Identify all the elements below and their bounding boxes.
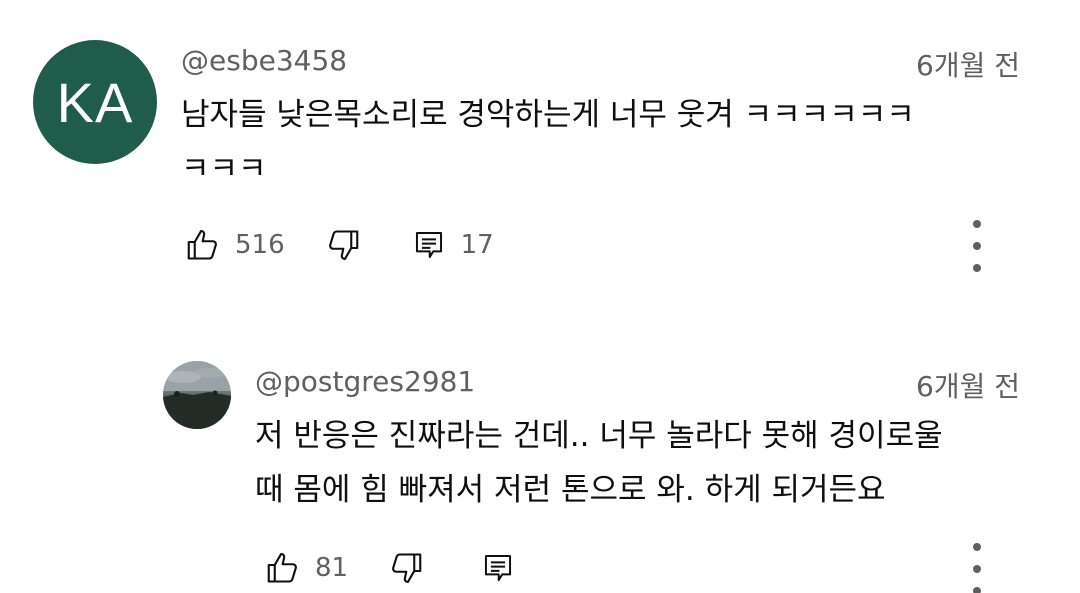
more-dot — [973, 543, 981, 551]
comment-author[interactable]: @postgres2981 — [255, 365, 475, 398]
thumbs-down-icon[interactable] — [386, 548, 426, 588]
avatar[interactable] — [163, 361, 231, 429]
more-dot — [973, 242, 981, 250]
comment-text-line: 저 반응은 진짜라는 건데.. 너무 놀라다 못해 경이로울 — [255, 418, 943, 454]
avatar-photo-landscape — [163, 361, 231, 429]
thumbs-up-icon[interactable] — [263, 548, 303, 588]
like-count: 81 — [315, 553, 349, 583]
comment-actions: 516 17 — [183, 225, 494, 265]
reply-icon[interactable] — [409, 225, 449, 265]
comment-author[interactable]: @esbe3458 — [181, 44, 347, 77]
more-dot — [973, 587, 981, 593]
comment-text-line: ㅋㅋㅋ — [181, 151, 267, 187]
comment-thread: KA @esbe3458 6개월 전 남자들 낮은목소리로 경악하는게 너무 웃… — [0, 0, 1080, 593]
more-dot — [973, 264, 981, 272]
thumbs-up-icon[interactable] — [183, 225, 223, 265]
comment-actions: 81 — [263, 548, 518, 588]
comment-text: 남자들 낮은목소리로 경악하는게 너무 웃겨 ㅋㅋㅋㅋㅋㅋ ㅋㅋㅋ — [181, 88, 1031, 196]
avatar[interactable]: KA — [33, 40, 157, 164]
comment-text: 저 반응은 진짜라는 건데.. 너무 놀라다 못해 경이로울 때 몸에 힘 빠져… — [255, 409, 1045, 517]
comment-text-line: 남자들 낮은목소리로 경악하는게 너무 웃겨 ㅋㅋㅋㅋㅋㅋ — [181, 97, 915, 133]
like-count: 516 — [235, 230, 285, 260]
comment-time: 6개월 전 — [916, 370, 1020, 403]
more-dot — [973, 220, 981, 228]
more-dot — [973, 565, 981, 573]
avatar-initials: KA — [56, 70, 134, 134]
reply-icon[interactable] — [478, 548, 518, 588]
more-vertical-icon[interactable] — [965, 543, 989, 593]
comment-time: 6개월 전 — [916, 49, 1020, 82]
thumbs-down-icon[interactable] — [323, 225, 363, 265]
comment-text-line: 때 몸에 힘 빠져서 저런 톤으로 와. 하게 되거든요 — [255, 472, 886, 508]
more-vertical-icon[interactable] — [965, 220, 989, 272]
reply-count: 17 — [460, 230, 494, 260]
